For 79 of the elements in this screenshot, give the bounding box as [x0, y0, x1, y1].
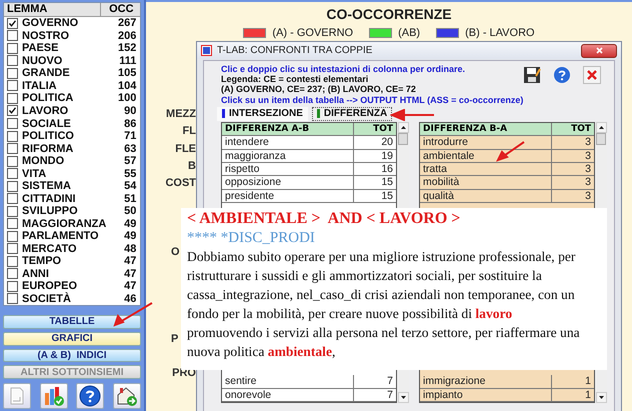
occurrence-count: 206	[116, 30, 138, 42]
table-cell: 20	[353, 136, 396, 149]
legend-label: (AB)	[398, 27, 420, 39]
occurrence-count: 86	[123, 118, 138, 130]
lemma-label: GRANDE	[22, 67, 71, 80]
lemma-label: GOVERNO	[22, 17, 80, 30]
occurrence-count: 46	[123, 292, 138, 305]
lemma-label: EUROPEO	[22, 280, 78, 292]
table-cell: 3	[551, 190, 594, 202]
occurrence-count: 55	[123, 168, 138, 180]
table-cell: 16	[353, 162, 396, 176]
table-cell: 3	[551, 162, 594, 176]
popup-heading: < AMBIENTALE > AND < LAVORO >	[187, 210, 460, 228]
table-cell: 1	[551, 388, 594, 401]
lemma-label: SVILUPPO	[22, 205, 79, 218]
occurrence-count: 48	[123, 242, 138, 255]
instruction-text: Legenda: CE = contesti elementari	[221, 74, 368, 84]
occurrence-count: 47	[123, 268, 138, 280]
chart-title: CO-OCCORRENZE	[326, 6, 452, 22]
lemma-label: TEMPO	[22, 255, 62, 268]
occurrence-count: 49	[123, 218, 138, 230]
lemma-label: VITA	[22, 168, 48, 180]
occurrence-count: 267	[116, 17, 138, 30]
occurrence-count: 104	[116, 80, 138, 92]
lemma-label: SOCIALE	[22, 118, 72, 130]
row-label: FLE	[175, 142, 196, 155]
instruction-text: Click su un item della tabella --> OUTPUT HTML (ASS = co-occorrenze)	[221, 94, 524, 105]
lemma-label: ITALIA	[22, 80, 58, 92]
lemma-label: NOSTRO	[22, 30, 70, 42]
occurrence-count: 105	[116, 67, 138, 80]
lemma-label: SOCIETÀ	[22, 292, 72, 305]
row-label: O	[171, 246, 180, 258]
lemma-label: PAESE	[22, 42, 60, 54]
lemma-label: MONDO	[22, 155, 66, 168]
row-label: MEZZ	[166, 108, 196, 120]
row-label: FL	[182, 125, 196, 138]
row-label: COST	[165, 177, 196, 190]
table-cell: 15	[353, 176, 396, 189]
table-cell: 3	[551, 136, 594, 149]
occurrence-count: 49	[123, 230, 138, 242]
table-cell: 19	[353, 150, 396, 162]
lemma-label: MAGGIORANZA	[22, 218, 106, 230]
occurrence-count: 111	[118, 54, 138, 67]
lemma-label: CITTADINI	[22, 192, 77, 205]
table-cell: 3	[551, 176, 594, 189]
table-cell: 15	[353, 190, 396, 202]
instruction-text: (A) GOVERNO, CE= 237; (B) LAVORO, CE= 72	[221, 84, 416, 95]
lemma-label: RIFORMA	[22, 142, 74, 155]
row-label: P	[171, 332, 178, 345]
lemma-label: MERCATO	[22, 242, 78, 255]
lemma-label: ANNI	[22, 268, 50, 280]
lemma-label: LAVORO	[22, 104, 70, 117]
row-label: B	[188, 160, 196, 172]
table-cell: 7	[353, 388, 396, 401]
occurrence-count: 47	[123, 280, 138, 292]
instruction-text: Clic e doppio clic su intestazioni di colonna per ordinare.	[221, 64, 466, 74]
occurrence-count: 50	[123, 205, 138, 218]
occurrence-count: 63	[123, 142, 138, 155]
occurrence-count: 100	[116, 92, 138, 104]
table-cell: 7	[353, 375, 396, 388]
lemma-label: POLITICA	[22, 92, 74, 104]
source-label: **** *DISC_PRODI	[187, 230, 315, 247]
window-title: T-LAB: CONFRONTI TRA COPPIE	[217, 45, 374, 56]
occurrence-count: 47	[123, 255, 138, 268]
legend-label: (A) - GOVERNO	[272, 27, 354, 39]
lemma-label: POLITICO	[22, 130, 75, 142]
lemma-label: SISTEMA	[22, 180, 72, 192]
occurrence-count: 90	[123, 104, 138, 117]
lemma-label: NUOVO	[22, 54, 64, 67]
occurrence-count: 57	[123, 155, 138, 168]
occurrence-count: 152	[116, 42, 138, 54]
table-cell: 3	[551, 150, 594, 162]
occurrence-count: 54	[123, 180, 138, 192]
context-text: Dobbiamo subito operare per una migliore istruzione professionale, per ristrutturare i sussidi e gli ammortizzatori sociali, per sostituire la cassa_integrazione, nel_caso_di crisi aziendali non temporanee, con un fondo per la mobilità, per creare nuove possibilità di lavoro promuovendo i servizi alla persona nel terzo settore, per riaffermare una nuova politica ambientale,	[187, 248, 581, 361]
lemma-label: PARLAMENTO	[22, 230, 100, 242]
occurrence-count: 51	[123, 192, 138, 205]
table-cell: 1	[551, 375, 594, 388]
occurrence-count: 71	[123, 130, 138, 142]
legend-label: (B) - LAVORO	[465, 27, 535, 39]
